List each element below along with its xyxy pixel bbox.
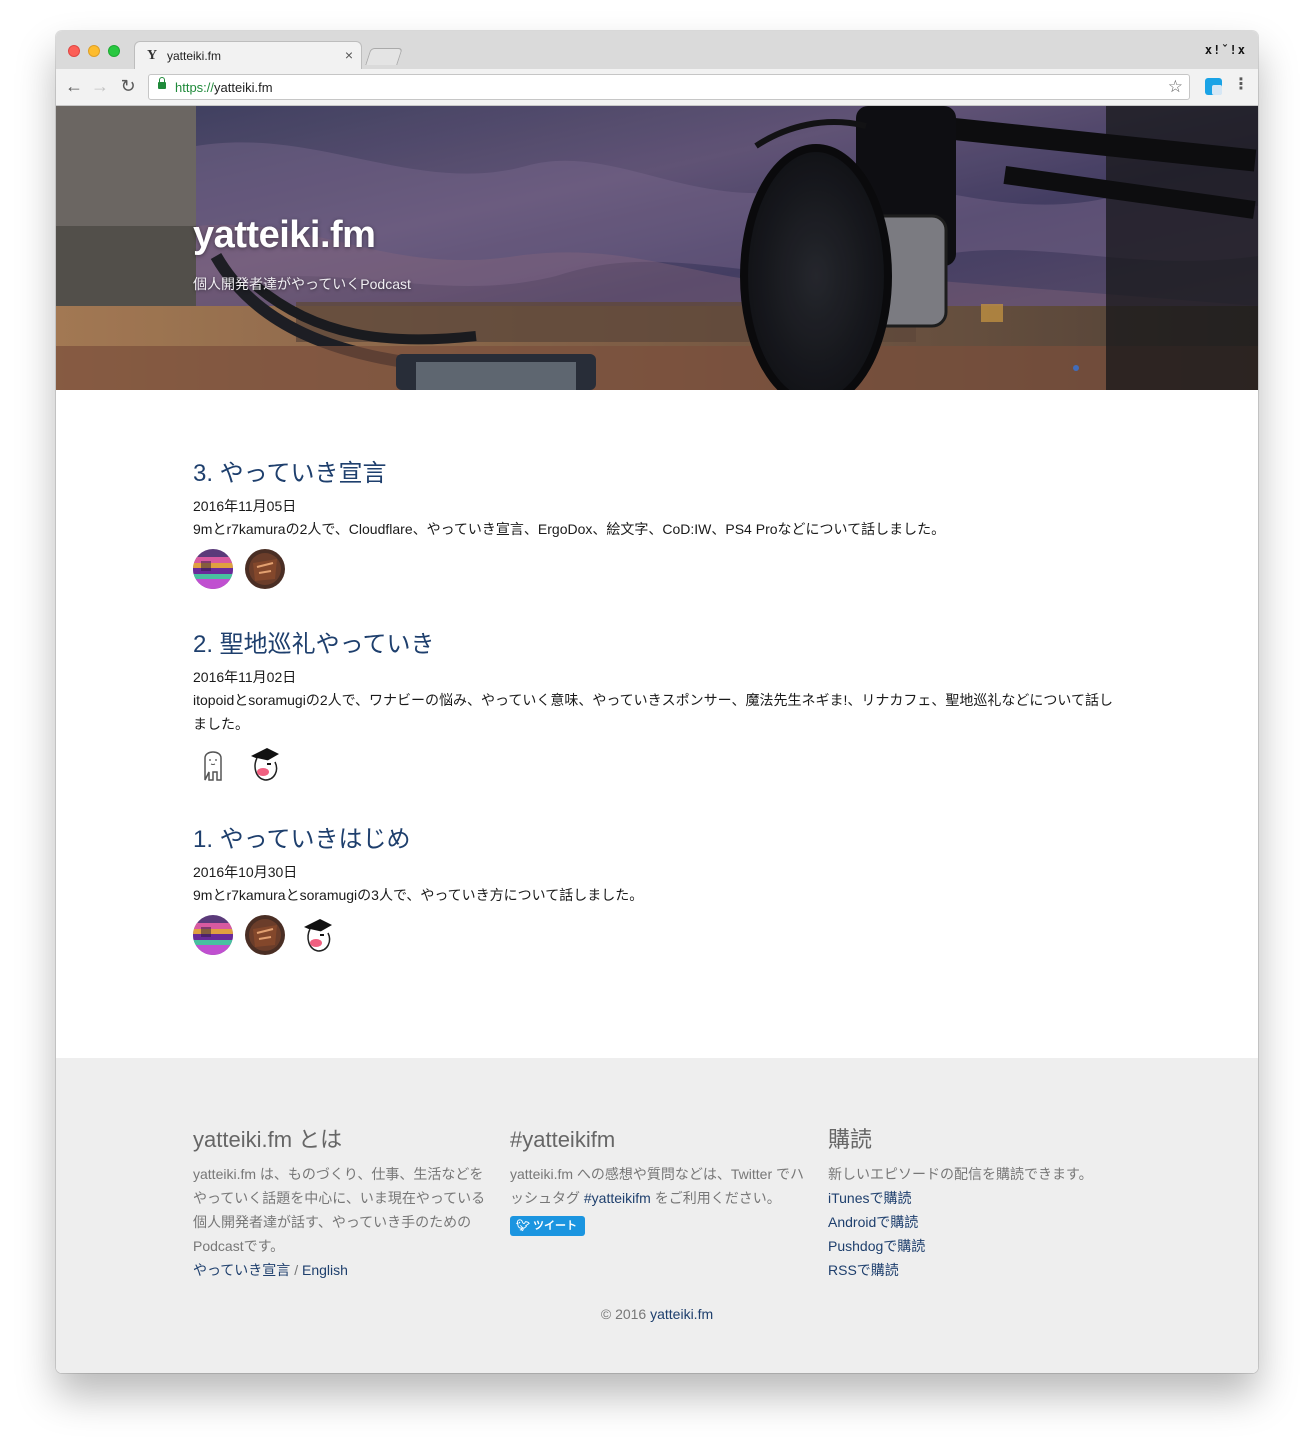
site-title[interactable]: yatteiki.fm [193,214,376,257]
subscribe-text: 新しいエピソードの配信を購読できます。 [828,1166,1093,1182]
link-separator: / [290,1262,302,1278]
subscribe-android-link[interactable]: Androidで購読 [828,1210,1123,1234]
extension-icon[interactable] [1205,78,1222,95]
about-heading: yatteiki.fm とは [193,1127,343,1152]
hashtag-text: yatteiki.fm への感想や質問などは、Twitter でハッシュタグ #… [510,1162,805,1210]
tweet-button-label: ツイート [533,1220,578,1232]
url-scheme: https:// [175,80,215,95]
episode-title-link[interactable]: 2. 聖地巡礼やっていき [193,629,1123,661]
lock-icon[interactable] [158,77,166,89]
episode-title-link[interactable]: 3. やっていき宣言 [193,458,1123,490]
hashtag-heading: #yatteikifm [510,1127,616,1152]
avatar-soramugi[interactable] [297,915,338,955]
tab-close-icon[interactable]: × [345,47,353,63]
copyright-site-link[interactable]: yatteiki.fm [650,1306,713,1322]
desktop-stage: Y yatteiki.fm × x!ˇ!x ← → ↻ https://yatt… [0,0,1314,1453]
episode-description: itopoidとsoramugiの2人で、ワナビーの悩み、やっていく意味、やって… [193,692,1113,732]
episode-title-link[interactable]: 1. やっていきはじめ [193,824,1123,856]
avatar-r7kamura[interactable] [245,549,286,589]
avatar-soramugi[interactable] [245,744,286,784]
zoom-window-button[interactable] [108,45,120,57]
reload-icon[interactable]: ↻ [117,75,139,97]
page-viewport: yatteiki.fm 個人開発者達がやっていくPodcast 3. やっていき… [56,106,1258,1373]
favicon-icon: Y [147,48,158,63]
episode-speakers [193,744,1123,786]
footer-subscribe: 購読 新しいエピソードの配信を購読できます。 iTunesで購読 Android… [828,1124,1123,1282]
tab-yatteiki[interactable]: Y yatteiki.fm × [134,41,362,69]
episode-item: 2. 聖地巡礼やっていき 2016年11月02日 itopoidとsoramug… [193,629,1123,786]
hashtag-link[interactable]: #yatteikifm [584,1190,651,1206]
about-links: やっていき宣言 / English [193,1258,488,1282]
episode-date: 2016年11月02日 [193,669,297,685]
footer-hashtag: #yatteikifm yatteiki.fm への感想や質問などは、Twitt… [510,1124,805,1236]
url-host: yatteiki.fm [214,80,273,95]
hashtag-text-after: をご利用ください。 [650,1190,781,1206]
browser-window: Y yatteiki.fm × x!ˇ!x ← → ↻ https://yatt… [56,31,1258,1373]
browser-toolbar: ← → ↻ https://yatteiki.fm ☆ ⋮ [56,69,1258,106]
hero-header: yatteiki.fm 個人開発者達がやっていくPodcast [56,106,1258,390]
back-arrow-icon[interactable]: ← [63,75,85,97]
english-link[interactable]: English [302,1262,348,1278]
subscribe-rss-link[interactable]: RSSで購読 [828,1258,1123,1282]
about-text: yatteiki.fm は、ものづくり、仕事、生活などをやっていく話題を中心に、… [193,1166,486,1254]
episode-list: 3. やっていき宣言 2016年11月05日 9mとr7kamuraの2人で、C… [193,458,1123,995]
tab-strip: Y yatteiki.fm × x!ˇ!x [56,31,1258,69]
avatar-9m[interactable] [193,915,233,955]
forward-arrow-icon[interactable]: → [89,75,111,97]
episode-speakers [193,549,1123,591]
episode-description: 9mとr7kamuraの2人で、Cloudflare、やっていき宣言、ErgoD… [193,521,946,537]
avatar-9m[interactable] [193,549,233,589]
subscribe-heading: 購読 [828,1127,873,1152]
avatar-itopoid[interactable] [193,744,233,784]
episode-item: 3. やっていき宣言 2016年11月05日 9mとr7kamuraの2人で、C… [193,458,1123,591]
new-tab-button[interactable] [365,48,403,65]
tab-title: yatteiki.fm [167,49,222,63]
twitter-bird-icon: 🐦︎ [516,1220,534,1232]
copyright-prefix: © 2016 [600,1306,651,1322]
url-text[interactable]: https://yatteiki.fm [175,80,273,95]
manifesto-link[interactable]: やっていき宣言 [193,1262,290,1278]
profile-indicator[interactable]: x!ˇ!x [1205,43,1246,57]
episode-speakers [193,915,1123,957]
site-subtitle: 個人開発者達がやっていくPodcast [193,276,411,292]
episode-date: 2016年11月05日 [193,498,297,514]
episode-item: 1. やっていきはじめ 2016年10月30日 9mとr7kamuraとsora… [193,824,1123,957]
footer-about: yatteiki.fm とは yatteiki.fm は、ものづくり、仕事、生活… [193,1124,488,1282]
avatar-r7kamura[interactable] [245,915,286,955]
copyright: © 2016 yatteiki.fm [56,1306,1258,1322]
subscribe-pushdog-link[interactable]: Pushdogで購読 [828,1234,1123,1258]
browser-menu-icon[interactable]: ⋮ [1233,74,1249,94]
address-bar[interactable]: https://yatteiki.fm ☆ [148,74,1190,100]
site-footer: yatteiki.fm とは yatteiki.fm は、ものづくり、仕事、生活… [56,1058,1258,1373]
subscribe-itunes-link[interactable]: iTunesで購読 [828,1186,1123,1210]
tweet-button[interactable]: 🐦︎ ツイート [510,1216,586,1236]
minimize-window-button[interactable] [88,45,100,57]
episode-date: 2016年10月30日 [193,864,298,880]
close-window-button[interactable] [68,45,80,57]
episode-description: 9mとr7kamuraとsoramugiの3人で、やっていき方について話しました… [193,887,644,903]
bookmark-star-icon[interactable]: ☆ [1168,77,1183,97]
